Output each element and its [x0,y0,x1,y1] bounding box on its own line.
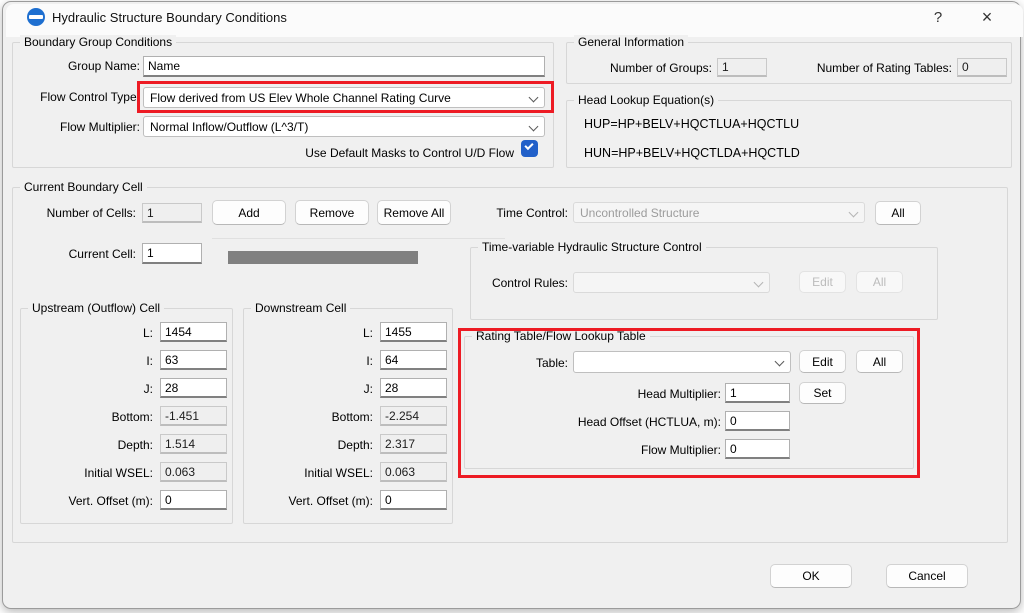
control-rules-select [573,272,770,293]
downstream-depth-label: Depth: [248,438,373,452]
head-offset-input[interactable] [725,411,790,431]
downstream-cell-title: Downstream Cell [251,301,350,315]
upstream-cell-title: Upstream (Outflow) Cell [28,301,164,315]
downstream-bottom-label: Bottom: [248,410,373,424]
add-button[interactable]: Add [212,200,286,225]
downstream-i-input[interactable] [380,350,447,370]
head-offset-label: Head Offset (HCTLUA, m): [541,415,721,429]
downstream-j-input[interactable] [380,378,447,398]
chevron-down-icon [776,356,784,364]
group-name-input[interactable] [143,56,545,77]
flow-multiplier-value: Normal Inflow/Outflow (L^3/T) [150,120,530,134]
time-control-select: Uncontrolled Structure [573,202,865,223]
upstream-initial-wsel-label: Initial WSEL: [28,466,153,480]
upstream-bottom-input [160,406,227,426]
use-default-masks-checkbox[interactable] [521,140,538,157]
time-control-label: Time Control: [438,206,568,220]
checkmark-icon [524,141,533,150]
upstream-bottom-label: Bottom: [28,410,153,424]
upstream-i-label: I: [28,354,153,368]
number-of-groups-label: Number of Groups: [560,61,712,75]
number-of-cells-input [142,203,202,223]
number-of-cells-label: Number of Cells: [8,206,136,220]
head-lookup-equation-2: HUN=HP+BELV+HQCTLDA+HQCTLD [584,146,800,160]
rating-flow-multiplier-label: Flow Multiplier: [541,443,721,457]
rating-table-title: Rating Table/Flow Lookup Table [472,329,650,343]
number-of-rating-tables-label: Number of Rating Tables: [790,61,952,75]
close-button[interactable]: × [972,6,1002,28]
current-cell-label: Current Cell: [8,247,136,261]
time-variable-control-title: Time-variable Hydraulic Structure Contro… [478,240,706,254]
control-rules-all-button: All [856,271,903,293]
time-control-all-button[interactable]: All [875,201,921,225]
chevron-down-icon [850,207,858,215]
head-multiplier-label: Head Multiplier: [541,387,721,401]
downstream-initial-wsel-input [380,462,447,482]
upstream-depth-label: Depth: [28,438,153,452]
table-label: Table: [438,356,568,370]
flow-control-type-value: Flow derived from US Elev Whole Channel … [150,91,530,105]
downstream-l-label: L: [248,326,373,340]
flow-control-type-select[interactable]: Flow derived from US Elev Whole Channel … [143,87,545,108]
upstream-j-input[interactable] [160,378,227,398]
rating-flow-multiplier-input[interactable] [725,439,790,459]
downstream-vert-offset-input[interactable] [380,490,447,510]
number-of-rating-tables-input [957,58,1007,77]
use-default-masks-label: Use Default Masks to Control U/D Flow [200,146,514,160]
head-multiplier-input[interactable] [725,383,790,403]
downstream-i-label: I: [248,354,373,368]
cell-slider-track [212,238,505,239]
head-lookup-equations-title: Head Lookup Equation(s) [574,93,718,107]
remove-button[interactable]: Remove [295,200,369,225]
set-button[interactable]: Set [799,382,846,404]
upstream-j-label: J: [28,382,153,396]
flow-control-type-label: Flow Control Type: [10,90,140,104]
table-all-button[interactable]: All [856,350,903,373]
flow-multiplier-label: Flow Multiplier: [10,120,140,134]
head-lookup-equation-1: HUP=HP+BELV+HQCTLUA+HQCTLU [584,117,799,131]
window-title: Hydraulic Structure Boundary Conditions [52,10,287,25]
downstream-j-label: J: [248,382,373,396]
table-edit-button[interactable]: Edit [799,350,846,373]
upstream-l-input[interactable] [160,322,227,342]
boundary-group-conditions-title: Boundary Group Conditions [20,35,176,49]
upstream-vert-offset-label: Vert. Offset (m): [28,494,153,508]
group-name-label: Group Name: [10,59,140,73]
current-cell-input[interactable] [142,243,202,264]
upstream-i-input[interactable] [160,350,227,370]
number-of-groups-input [717,58,767,77]
cell-slider-bar[interactable] [228,251,418,264]
app-icon [27,8,45,26]
ok-button[interactable]: OK [770,564,852,588]
app-icon-bar [29,15,43,19]
chevron-down-icon [530,121,538,129]
downstream-vert-offset-label: Vert. Offset (m): [248,494,373,508]
help-button[interactable]: ? [923,6,953,28]
downstream-depth-input [380,434,447,454]
control-rules-label: Control Rules: [438,276,568,290]
screen: Hydraulic Structure Boundary Conditions … [0,0,1024,613]
downstream-bottom-input [380,406,447,426]
cancel-button[interactable]: Cancel [886,564,968,588]
upstream-vert-offset-input[interactable] [160,490,227,510]
flow-multiplier-select[interactable]: Normal Inflow/Outflow (L^3/T) [143,116,545,137]
upstream-initial-wsel-input [160,462,227,482]
downstream-initial-wsel-label: Initial WSEL: [248,466,373,480]
downstream-l-input[interactable] [380,322,447,342]
time-control-value: Uncontrolled Structure [580,206,850,220]
current-boundary-cell-title: Current Boundary Cell [20,180,147,194]
chevron-down-icon [530,92,538,100]
general-information-title: General Information [574,35,688,49]
upstream-l-label: L: [28,326,153,340]
table-select[interactable] [573,351,791,373]
control-rules-edit-button: Edit [799,271,846,293]
upstream-depth-input [160,434,227,454]
chevron-down-icon [755,277,763,285]
